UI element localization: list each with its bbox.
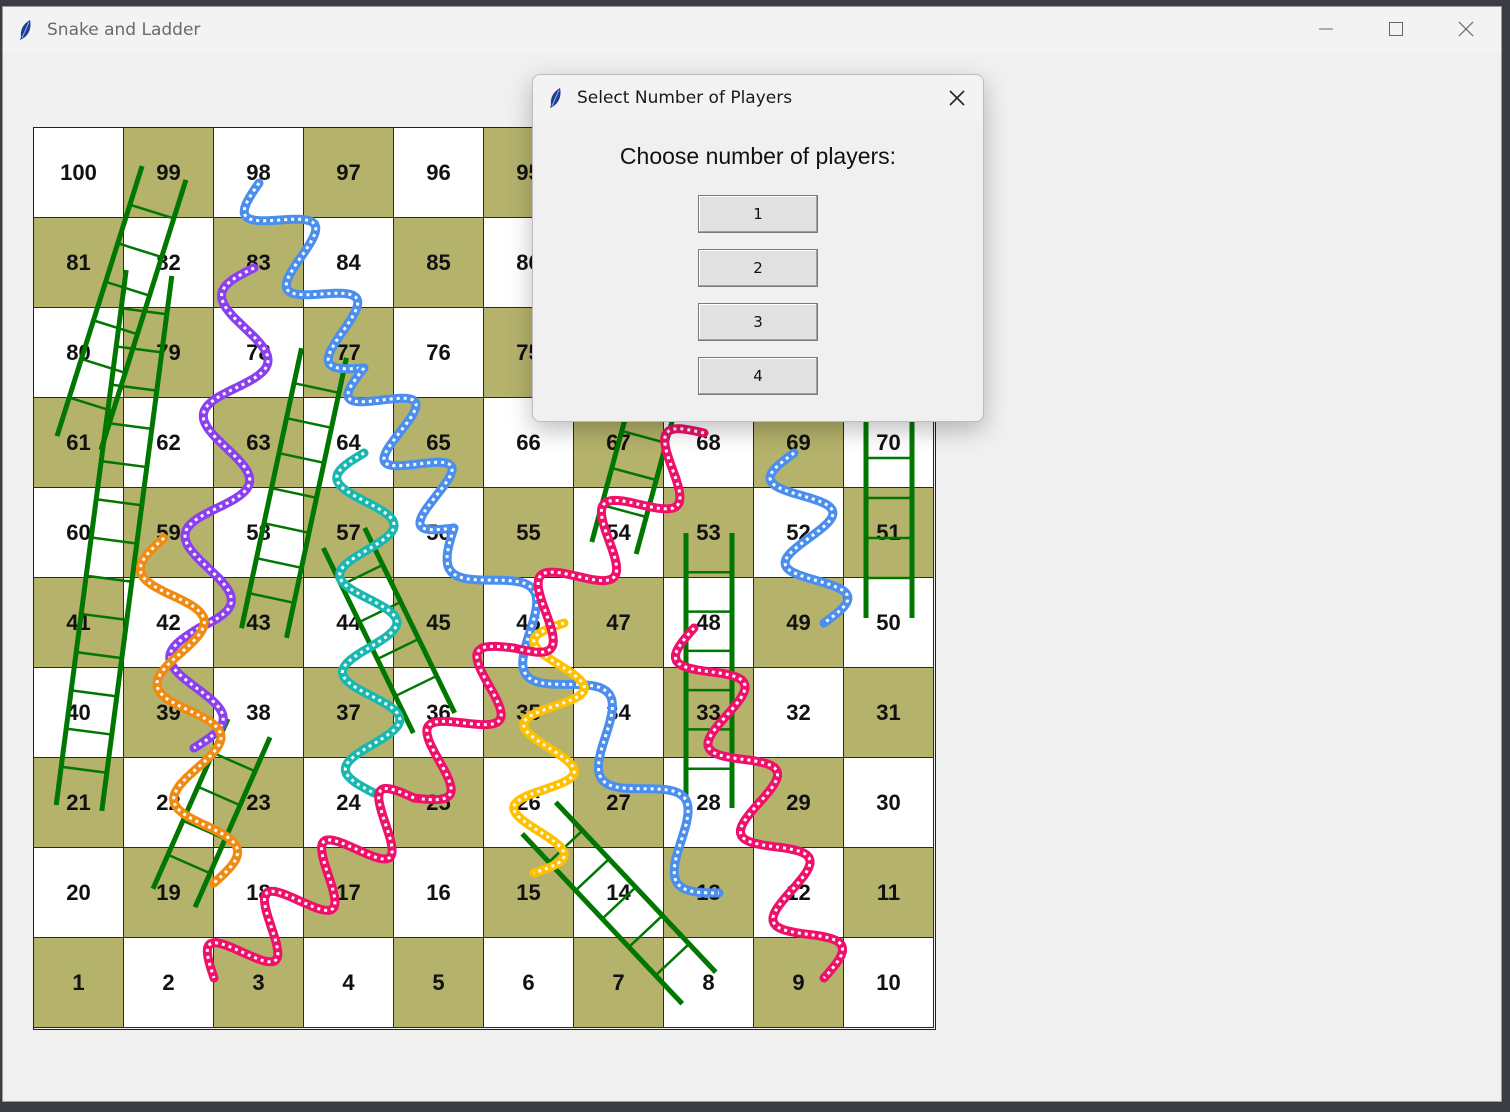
dialog-title: Select Number of Players [577, 88, 793, 108]
snake [442, 523, 724, 898]
window-title: Snake and Ladder [47, 20, 201, 40]
snake [509, 424, 709, 657]
ladder [53, 269, 175, 812]
ladder [863, 418, 915, 618]
dialog-titlebar: Select Number of Players [533, 75, 983, 121]
close-icon [949, 90, 965, 106]
maximize-button[interactable] [1361, 7, 1431, 51]
close-button[interactable] [1431, 7, 1501, 51]
ladder [239, 347, 349, 639]
window-titlebar: Snake and Ladder [3, 7, 1501, 53]
close-icon [1458, 21, 1474, 37]
ladder [150, 717, 273, 909]
dialog-close-button[interactable] [939, 79, 975, 117]
maximize-icon [1389, 22, 1403, 36]
snake [765, 448, 853, 628]
minimize-button[interactable] [1291, 7, 1361, 51]
snake [409, 641, 519, 805]
players-1-button[interactable]: 1 [698, 195, 818, 233]
player-select-dialog: Select Number of Players Choose number o… [532, 74, 984, 422]
snake [332, 448, 405, 798]
players-2-button[interactable]: 2 [698, 249, 818, 287]
players-4-button[interactable]: 4 [698, 357, 818, 395]
feather-icon [20, 20, 31, 40]
players-3-button[interactable]: 3 [698, 303, 818, 341]
feather-icon [550, 88, 561, 108]
snake [671, 623, 847, 983]
snake [202, 784, 419, 983]
dialog-prompt: Choose number of players: [619, 143, 897, 169]
minimize-icon [1319, 28, 1333, 30]
